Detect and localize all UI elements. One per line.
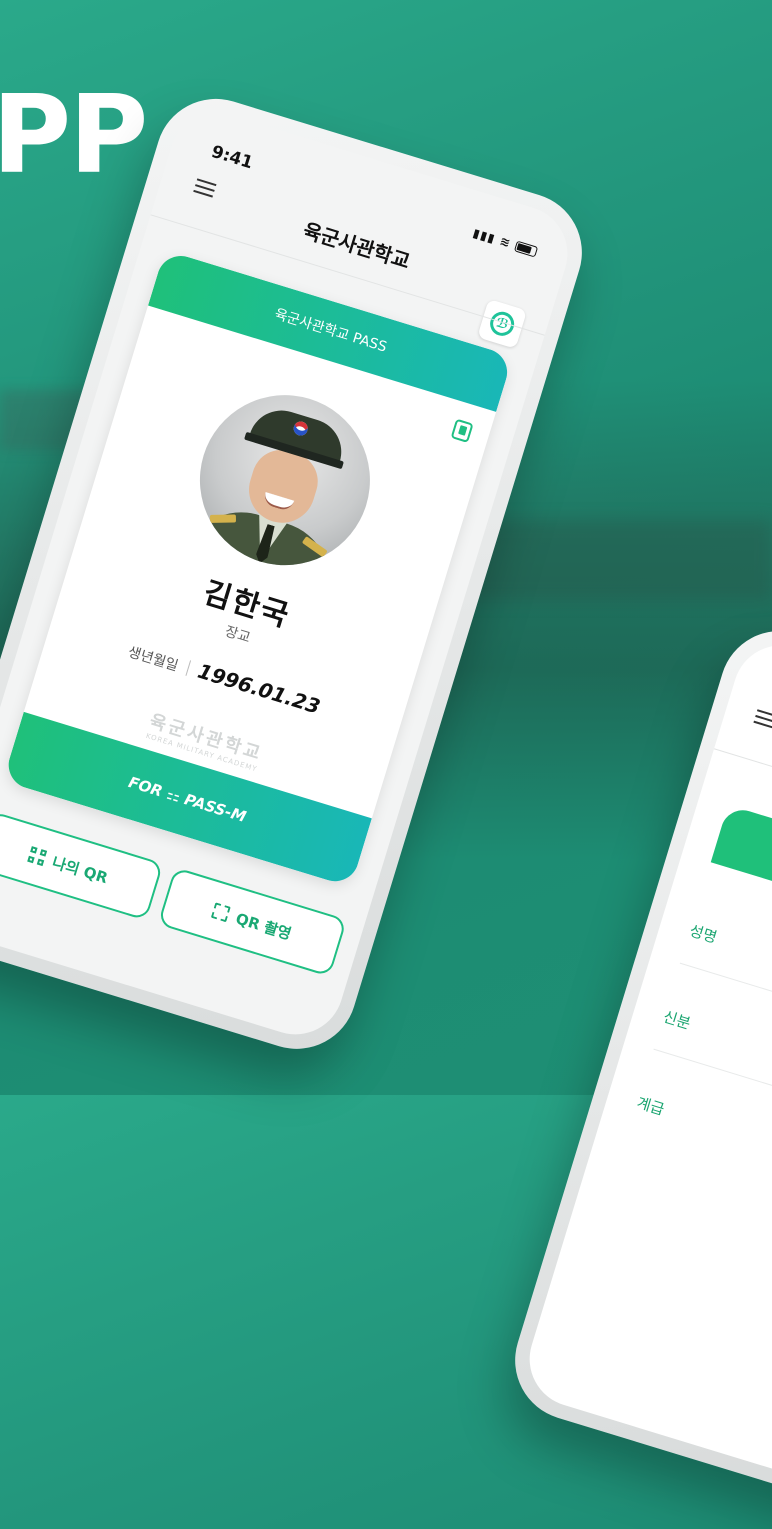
info-card-header: [710, 804, 772, 950]
copy-icon[interactable]: [450, 418, 474, 443]
wifi-icon: ≋: [498, 233, 513, 251]
rank-insignia: [209, 514, 237, 523]
qr-scan-button[interactable]: QR 촬영: [157, 866, 348, 977]
battery-icon: [513, 240, 539, 258]
info-row-rank-label: 계급: [634, 1093, 667, 1119]
hero-headline: PP: [0, 73, 148, 198]
qr-code-icon: [27, 846, 48, 867]
my-qr-button[interactable]: 나의 QR: [0, 810, 164, 921]
my-qr-label: 나의 QR: [50, 852, 111, 887]
pass-logo-mark: ℬ: [487, 308, 518, 339]
birth-separator: [185, 660, 192, 676]
status-icons: ▮▮▮ ≋: [471, 225, 539, 259]
info-row-status-label: 신분: [661, 1007, 693, 1033]
birth-date-value: 1996.01.23: [195, 658, 324, 719]
menu-icon[interactable]: [753, 709, 772, 729]
row-divider: [653, 1048, 772, 1138]
birth-date-label: 생년월일: [126, 644, 180, 675]
avatar: [178, 374, 392, 587]
row-divider: [679, 962, 772, 1052]
status-time: 9:41: [208, 141, 256, 174]
qr-scan-label: QR 촬영: [233, 908, 294, 943]
signal-icon: ▮▮▮: [471, 225, 498, 246]
info-row-name-label: 성명: [687, 921, 720, 947]
scan-icon: [211, 902, 232, 923]
